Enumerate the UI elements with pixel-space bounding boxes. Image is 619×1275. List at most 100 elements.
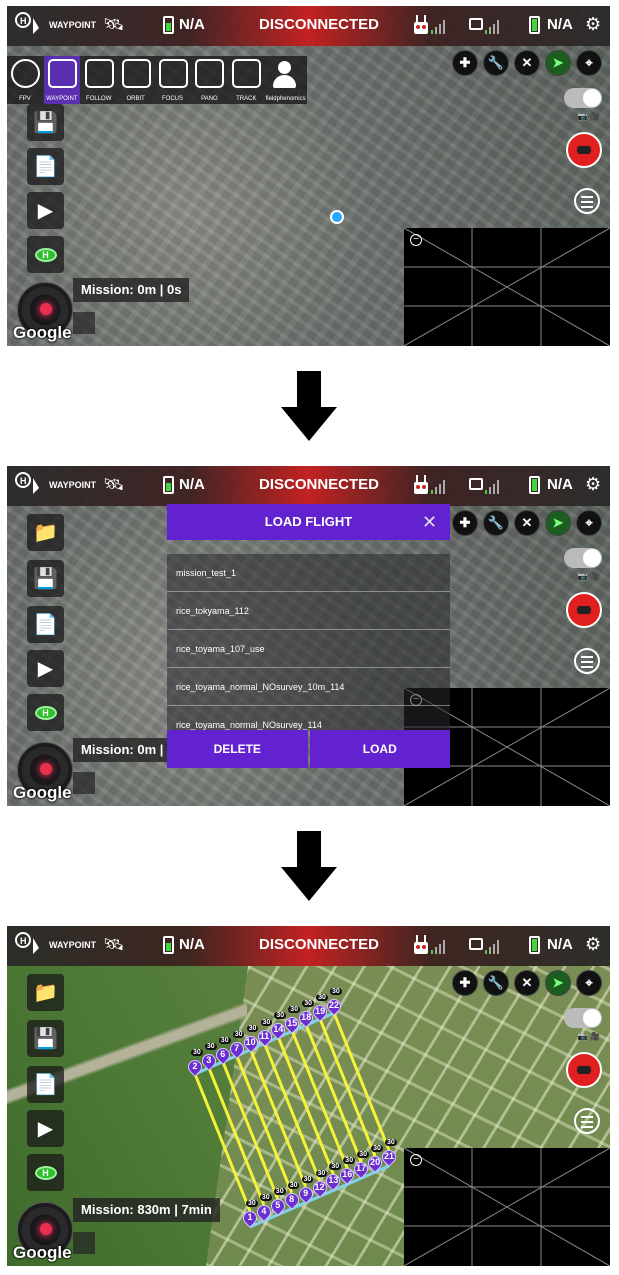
play-icon: ▶ [37, 200, 54, 222]
mission-settings-button[interactable]: 📄 [27, 148, 64, 185]
mission-summary: Mission: 0m | 0s [73, 278, 190, 302]
home-button[interactable]: H [27, 1154, 64, 1191]
mode-waypoint[interactable]: WAYPOINT [43, 56, 80, 104]
mode-fieldphenomics[interactable]: fieldphenomics [265, 56, 306, 104]
close-icon[interactable]: ✕ [514, 510, 540, 536]
waypoint-marker[interactable]: 21 30 [379, 1139, 399, 1167]
mode-fpv[interactable]: FPV [7, 56, 43, 104]
drone-battery-icon [529, 16, 540, 34]
video-link-icon [469, 938, 483, 950]
rc-signal-icon [431, 478, 447, 494]
google-attribution: Google [13, 323, 72, 342]
delete-button[interactable]: DELETE [167, 730, 308, 768]
svg-text:H: H [20, 476, 27, 486]
crosshair-icon[interactable]: ⌖ [576, 510, 602, 536]
record-button[interactable] [566, 132, 602, 168]
video-signal-icon [485, 938, 501, 954]
play-button[interactable]: ▶ [27, 192, 64, 229]
battery-value: N/A [179, 936, 205, 953]
waypoint-marker[interactable]: 22 30 [324, 988, 344, 1016]
settings-gear-icon[interactable]: ⚙ [585, 474, 601, 495]
mode-follow[interactable]: FOLLOW [81, 56, 117, 104]
camera-preview[interactable]: − [404, 1148, 610, 1266]
camera-mode-toggle[interactable] [564, 1008, 602, 1028]
play-button[interactable]: ▶ [27, 650, 64, 687]
close-icon[interactable]: ✕ [422, 504, 442, 540]
record-button[interactable] [566, 1052, 602, 1088]
wrench-icon[interactable]: 🔧 [483, 510, 509, 536]
open-folder-button[interactable]: 📁 [27, 514, 64, 551]
photo-video-icons: 📷 🎥 [577, 572, 600, 581]
mission-settings-button[interactable]: 📄 [27, 1066, 64, 1103]
camera-mode-toggle[interactable] [564, 88, 602, 108]
drone-battery-value: N/A [547, 16, 573, 33]
satellite-icon: 🛰 [103, 475, 125, 494]
drone-logo-icon: H [15, 12, 39, 34]
grid-overlay [404, 1148, 610, 1266]
camera-preview[interactable]: − [404, 228, 610, 346]
mode-selector: FPV WAYPOINT FOLLOW ORBIT FOCUS PANO TRA… [7, 56, 307, 104]
waypoint-altitude: 30 [330, 988, 342, 995]
wrench-icon[interactable]: 🔧 [483, 970, 509, 996]
mission-settings-button[interactable]: 📄 [27, 606, 64, 643]
flight-list-item[interactable]: rice_tokyama_112 [167, 592, 450, 630]
add-waypoint-icon[interactable]: ✚ [452, 970, 478, 996]
crosshair-icon[interactable]: ⌖ [576, 970, 602, 996]
flight-list-item[interactable]: mission_test_1 [167, 554, 450, 592]
waypoint-altitude: 30 [385, 1139, 397, 1146]
cursor-icon[interactable]: ➤ [545, 970, 571, 996]
add-waypoint-icon[interactable]: ✚ [452, 510, 478, 536]
document-gear-icon: 📄 [33, 614, 58, 636]
photo-video-icons: 📷 🎥 [577, 112, 600, 121]
dialog-actions: DELETE LOAD [167, 730, 450, 768]
sliders-settings-button[interactable] [574, 188, 600, 214]
walking-person-icon [84, 59, 114, 88]
save-button[interactable]: 💾 [27, 1020, 64, 1057]
load-button[interactable]: LOAD [309, 730, 450, 768]
document-gear-icon: 📄 [33, 156, 58, 178]
settings-gear-icon[interactable]: ⚙ [585, 14, 601, 35]
camera-mode-toggle[interactable] [564, 548, 602, 568]
remote-controller-icon [414, 15, 428, 34]
rc-signal-icon [431, 18, 447, 34]
home-button[interactable]: H [27, 236, 64, 273]
screen-mission-loaded: 2 30 1 30 3 30 4 30 6 30 5 30 7 30 8 30 10 30 9 30 11 30 12 30 1… [7, 926, 610, 1266]
settings-gear-icon[interactable]: ⚙ [585, 934, 601, 955]
mode-pano[interactable]: PANO [191, 56, 227, 104]
waypoint-number: 21 [383, 1151, 394, 1161]
add-waypoint-icon[interactable]: ✚ [452, 50, 478, 76]
cursor-icon[interactable]: ➤ [545, 510, 571, 536]
save-button[interactable]: 💾 [27, 104, 64, 141]
flight-list-item[interactable]: rice_toyama_107_use [167, 630, 450, 668]
close-icon[interactable]: ✕ [514, 970, 540, 996]
flight-list-item[interactable]: rice_toyama_normal_NOsurvey_114 [167, 706, 450, 730]
mode-focus[interactable]: FOCUS [155, 56, 191, 104]
record-button[interactable] [566, 592, 602, 628]
cursor-icon[interactable]: ➤ [545, 50, 571, 76]
crosshair-icon[interactable]: ⌖ [576, 50, 602, 76]
mode-orbit[interactable]: ORBIT [118, 56, 154, 104]
mission-summary: Mission: 830m | 7min [73, 1198, 220, 1222]
folder-icon: 📁 [33, 982, 58, 1004]
screen-waypoint-empty: H WAYPOINT 🛰 N/A DISCONNECTED N/A ⚙ FPV … [7, 6, 610, 346]
minimize-icon[interactable]: − [410, 234, 422, 246]
open-folder-button[interactable]: 📁 [27, 974, 64, 1011]
flight-mode-label: WAYPOINT [49, 480, 97, 490]
mode-track[interactable]: TRACK [228, 56, 264, 104]
wrench-icon[interactable]: 🔧 [483, 50, 509, 76]
flight-list-item[interactable]: rice_toyama_normal_NOsurvey_10m_114 [167, 668, 450, 706]
top-status-bar: H WAYPOINT 🛰 N/A DISCONNECTED N/A ⚙ [7, 466, 610, 506]
screen-load-flight: H WAYPOINT 🛰 N/A DISCONNECTED N/A ⚙ 📁 💾 … [7, 466, 610, 806]
home-button[interactable]: H [27, 694, 64, 731]
drone-battery-value: N/A [547, 476, 573, 493]
minimize-icon[interactable]: − [410, 1154, 422, 1166]
drone-logo-icon: H [15, 932, 39, 954]
sliders-settings-button[interactable] [574, 648, 600, 674]
close-icon[interactable]: ✕ [514, 50, 540, 76]
save-button[interactable]: 💾 [27, 560, 64, 597]
sliders-settings-button[interactable] [574, 1108, 600, 1134]
satellite-icon: 🛰 [103, 935, 125, 954]
video-signal-icon [485, 18, 501, 34]
play-button[interactable]: ▶ [27, 1110, 64, 1147]
svg-text:H: H [20, 16, 27, 26]
